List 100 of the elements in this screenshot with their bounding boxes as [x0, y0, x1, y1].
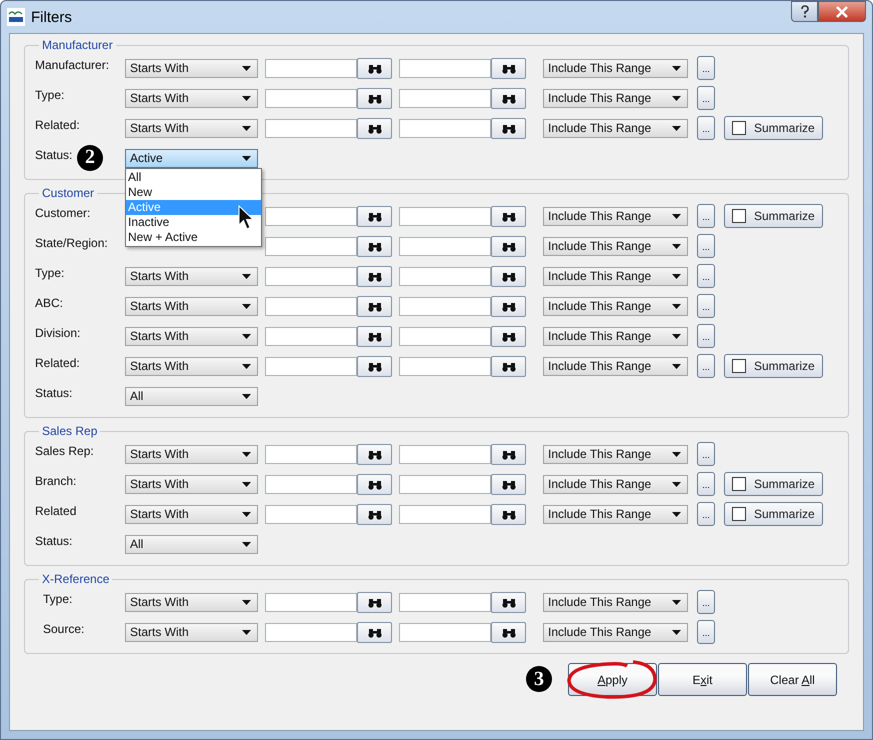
more-button[interactable]: ... — [697, 56, 715, 80]
search-button[interactable] — [491, 356, 526, 376]
more-button[interactable]: ... — [697, 590, 715, 614]
match-dropdown[interactable]: Starts With — [125, 58, 258, 78]
more-button[interactable]: ... — [697, 204, 715, 228]
input-field[interactable] — [265, 296, 357, 316]
search-button[interactable] — [491, 296, 526, 316]
search-button[interactable] — [357, 592, 392, 612]
more-button[interactable]: ... — [697, 442, 715, 466]
search-button[interactable] — [357, 326, 392, 346]
search-button[interactable] — [357, 206, 392, 226]
search-button[interactable] — [357, 444, 392, 464]
input-field[interactable] — [399, 266, 491, 286]
more-button[interactable]: ... — [697, 620, 715, 644]
range-dropdown[interactable]: Include This Range — [543, 296, 688, 316]
match-dropdown[interactable]: Starts With — [125, 356, 258, 376]
dropdown-option[interactable]: All — [126, 170, 261, 184]
match-dropdown[interactable]: Starts With — [125, 266, 258, 286]
search-button[interactable] — [491, 236, 526, 256]
input-field[interactable] — [265, 622, 357, 642]
dialog-button[interactable]: Apply — [568, 663, 657, 696]
input-field[interactable] — [265, 474, 357, 494]
checkbox[interactable] — [732, 507, 746, 521]
range-dropdown[interactable]: Include This Range — [543, 504, 688, 524]
checkbox[interactable] — [732, 359, 746, 373]
more-button[interactable]: ... — [697, 234, 715, 258]
input-field[interactable] — [265, 58, 357, 78]
search-button[interactable] — [357, 88, 392, 108]
range-dropdown[interactable]: Include This Range — [543, 266, 688, 286]
input-field[interactable] — [265, 236, 357, 256]
summarize-checkbox[interactable]: Summarize — [724, 204, 823, 228]
search-button[interactable] — [491, 118, 526, 138]
range-dropdown[interactable]: Include This Range — [543, 622, 688, 642]
match-dropdown[interactable]: Starts With — [125, 296, 258, 316]
input-field[interactable] — [265, 356, 357, 376]
search-button[interactable] — [491, 592, 526, 612]
input-field[interactable] — [399, 356, 491, 376]
search-button[interactable] — [491, 444, 526, 464]
search-button[interactable] — [357, 266, 392, 286]
search-button[interactable] — [357, 356, 392, 376]
more-button[interactable]: ... — [697, 502, 715, 526]
search-button[interactable] — [491, 266, 526, 286]
summarize-checkbox[interactable]: Summarize — [724, 472, 823, 496]
match-dropdown[interactable]: Starts With — [125, 88, 258, 108]
input-field[interactable] — [399, 592, 491, 612]
dropdown-option[interactable]: New — [126, 184, 261, 200]
range-dropdown[interactable]: Include This Range — [543, 206, 688, 226]
input-field[interactable] — [265, 592, 357, 612]
search-button[interactable] — [491, 622, 526, 642]
status-dropdown[interactable]: All — [125, 386, 258, 406]
input-field[interactable] — [399, 474, 491, 494]
search-button[interactable] — [357, 58, 392, 78]
dialog-button[interactable]: Clear All — [748, 663, 837, 696]
match-dropdown[interactable]: Starts With — [125, 592, 258, 612]
search-button[interactable] — [491, 326, 526, 346]
more-button[interactable]: ... — [697, 86, 715, 110]
match-dropdown[interactable]: Starts With — [125, 622, 258, 642]
range-dropdown[interactable]: Include This Range — [543, 592, 688, 612]
range-dropdown[interactable]: Include This Range — [543, 118, 688, 138]
summarize-checkbox[interactable]: Summarize — [724, 354, 823, 378]
summarize-checkbox[interactable]: Summarize — [724, 502, 823, 526]
status-dropdown[interactable]: Active — [125, 148, 258, 168]
match-dropdown[interactable]: Starts With — [125, 118, 258, 138]
range-dropdown[interactable]: Include This Range — [543, 356, 688, 376]
dropdown-option[interactable]: New + Active — [126, 230, 261, 244]
search-button[interactable] — [357, 622, 392, 642]
input-field[interactable] — [399, 58, 491, 78]
dialog-button[interactable]: Exit — [658, 663, 747, 696]
summarize-checkbox[interactable]: Summarize — [724, 116, 823, 140]
search-button[interactable] — [357, 118, 392, 138]
input-field[interactable] — [399, 206, 491, 226]
input-field[interactable] — [265, 504, 357, 524]
match-dropdown[interactable]: Starts With — [125, 326, 258, 346]
input-field[interactable] — [265, 266, 357, 286]
input-field[interactable] — [265, 326, 357, 346]
input-field[interactable] — [265, 88, 357, 108]
search-button[interactable] — [491, 58, 526, 78]
more-button[interactable]: ... — [697, 116, 715, 140]
range-dropdown[interactable]: Include This Range — [543, 58, 688, 78]
search-button[interactable] — [491, 504, 526, 524]
match-dropdown[interactable]: Starts With — [125, 444, 258, 464]
more-button[interactable]: ... — [697, 472, 715, 496]
range-dropdown[interactable]: Include This Range — [543, 88, 688, 108]
search-button[interactable] — [357, 236, 392, 256]
checkbox[interactable] — [732, 477, 746, 491]
search-button[interactable] — [357, 474, 392, 494]
range-dropdown[interactable]: Include This Range — [543, 474, 688, 494]
more-button[interactable]: ... — [697, 324, 715, 348]
search-button[interactable] — [357, 296, 392, 316]
input-field[interactable] — [399, 504, 491, 524]
search-button[interactable] — [357, 504, 392, 524]
search-button[interactable] — [491, 474, 526, 494]
input-field[interactable] — [399, 236, 491, 256]
input-field[interactable] — [265, 118, 357, 138]
input-field[interactable] — [399, 326, 491, 346]
checkbox[interactable] — [732, 121, 746, 135]
search-button[interactable] — [491, 88, 526, 108]
input-field[interactable] — [399, 622, 491, 642]
input-field[interactable] — [399, 296, 491, 316]
input-field[interactable] — [399, 444, 491, 464]
